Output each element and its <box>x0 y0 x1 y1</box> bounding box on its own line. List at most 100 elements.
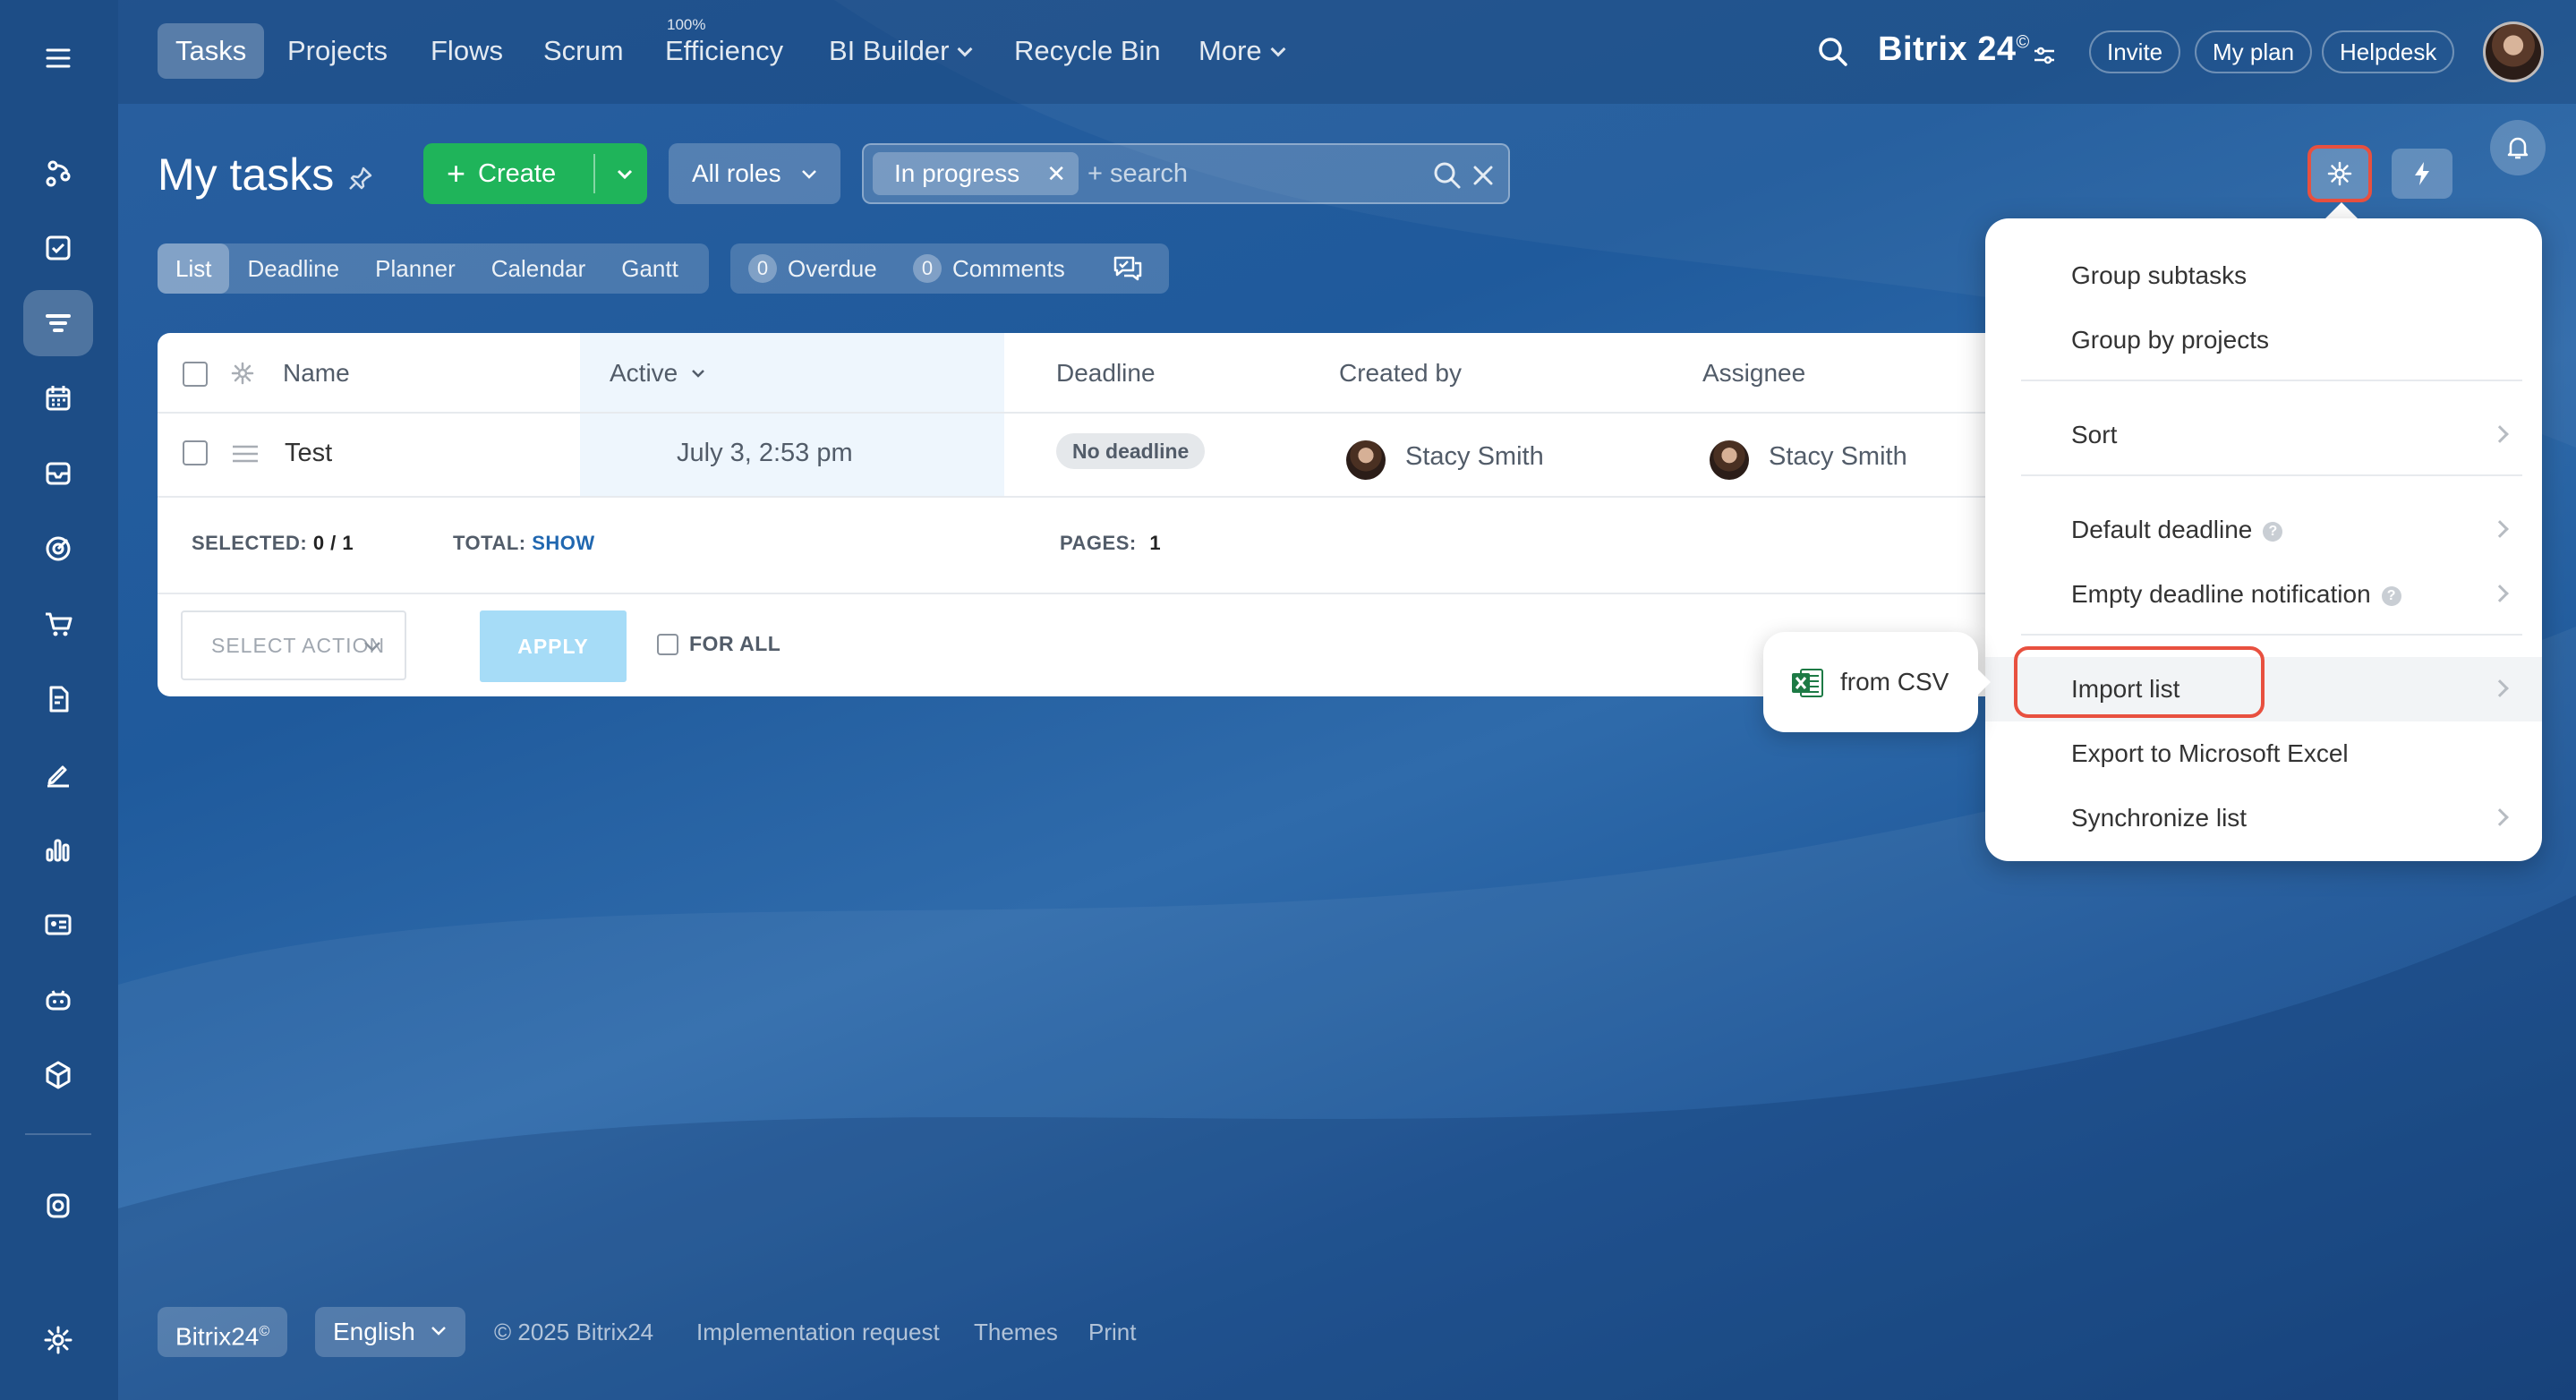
filter-chip-in-progress[interactable]: In progress ✕ <box>873 152 1079 195</box>
nav-flows[interactable]: Flows <box>431 23 503 79</box>
help-icon[interactable]: ? <box>2263 522 2283 542</box>
header-deadline[interactable]: Deadline <box>1056 333 1156 414</box>
menu-item-default-deadline[interactable]: Default deadline? <box>1985 498 2542 562</box>
deadline-badge[interactable]: No deadline <box>1056 433 1206 469</box>
footer-brand: Bitrix24 <box>175 1322 260 1351</box>
notifications-button[interactable] <box>2490 120 2546 175</box>
clear-icon[interactable] <box>1471 163 1496 188</box>
chat-icon[interactable] <box>1112 254 1144 283</box>
document-sign-icon[interactable] <box>23 666 93 732</box>
help-icon[interactable]: ? <box>2381 586 2401 606</box>
gear-icon <box>2327 161 2352 186</box>
chevron-down-icon <box>957 41 973 57</box>
filter-list-icon[interactable] <box>23 290 93 356</box>
drag-handle-icon[interactable] <box>231 442 260 465</box>
chevron-right-icon <box>2491 425 2509 443</box>
view-switcher: List Deadline Planner Calendar Gantt <box>158 243 709 294</box>
search-icon[interactable] <box>1431 159 1463 192</box>
cart-icon[interactable] <box>23 591 93 657</box>
collab-icon[interactable] <box>23 140 93 206</box>
comments-counter[interactable]: 0 Comments <box>913 243 1065 294</box>
apply-button[interactable]: APPLY <box>480 610 627 682</box>
menu-item-sort[interactable]: Sort <box>1985 403 2542 467</box>
contact-card-icon[interactable] <box>23 892 93 958</box>
brand-logo[interactable]: Bitrix 24© <box>1878 30 2030 69</box>
automation-button[interactable] <box>2392 149 2452 199</box>
select-action-dropdown[interactable]: SELECT ACTION <box>181 610 406 680</box>
counters-bar: 0 Overdue 0 Comments <box>730 243 1169 294</box>
header-name[interactable]: Name <box>283 333 350 414</box>
assignee-name[interactable]: Stacy Smith <box>1769 442 1907 472</box>
search-icon[interactable] <box>1817 36 1849 68</box>
nav-projects[interactable]: Projects <box>287 23 388 79</box>
bell-icon <box>2507 137 2529 159</box>
chevron-down-icon <box>1270 41 1286 57</box>
nav-more[interactable]: More <box>1198 23 1286 79</box>
left-sidebar <box>0 0 118 1400</box>
box-icon[interactable] <box>23 1042 93 1108</box>
column-settings-gear-icon[interactable] <box>229 360 256 387</box>
nav-bi-builder[interactable]: BI Builder <box>829 23 973 79</box>
lightning-icon <box>2415 162 2429 185</box>
calendar-icon[interactable] <box>23 365 93 431</box>
chevron-down-icon[interactable] <box>613 163 636 186</box>
avatar[interactable] <box>1346 440 1386 480</box>
analytics-icon[interactable] <box>23 816 93 883</box>
language-selector[interactable]: English <box>315 1307 465 1357</box>
for-all-checkbox[interactable] <box>657 634 678 655</box>
support-icon[interactable] <box>23 1173 93 1239</box>
search-input[interactable]: + search <box>1088 145 1188 202</box>
robot-icon[interactable] <box>23 967 93 1033</box>
user-avatar[interactable] <box>2483 21 2544 82</box>
import-from-csv[interactable]: from CSV <box>1840 632 1949 732</box>
settings-gear-icon[interactable] <box>23 1307 93 1373</box>
chip-close-icon[interactable]: ✕ <box>1046 152 1066 195</box>
footer-link-implementation[interactable]: Implementation request <box>696 1307 940 1357</box>
invite-button[interactable]: Invite <box>2089 30 2181 73</box>
total-label: TOTAL: <box>453 532 526 554</box>
roles-dropdown[interactable]: All roles <box>669 143 840 204</box>
tab-calendar[interactable]: Calendar <box>473 243 604 294</box>
created-by-name[interactable]: Stacy Smith <box>1405 442 1544 472</box>
select-all-checkbox[interactable] <box>183 362 208 387</box>
nav-efficiency[interactable]: Efficiency <box>665 23 783 79</box>
tab-gantt[interactable]: Gantt <box>603 243 696 294</box>
header-created-by[interactable]: Created by <box>1339 333 1462 414</box>
create-button[interactable]: + Create <box>423 143 647 204</box>
row-checkbox[interactable] <box>183 440 208 465</box>
menu-item-group-subtasks[interactable]: Group subtasks <box>1985 243 2542 308</box>
total-show-link[interactable]: SHOW <box>532 532 594 554</box>
tab-deadline[interactable]: Deadline <box>229 243 357 294</box>
menu-item-empty-deadline-notification[interactable]: Empty deadline notification? <box>1985 562 2542 627</box>
footer-link-print[interactable]: Print <box>1088 1307 1136 1357</box>
tasks-check-icon[interactable] <box>23 215 93 281</box>
filter-search-box[interactable]: In progress ✕ + search <box>862 143 1510 204</box>
overdue-counter[interactable]: 0 Overdue <box>748 243 877 294</box>
footer-brand-button[interactable]: Bitrix24© <box>158 1307 288 1357</box>
inbox-icon[interactable] <box>23 440 93 507</box>
nav-recycle-bin[interactable]: Recycle Bin <box>1014 23 1161 79</box>
overdue-count: 0 <box>748 254 777 283</box>
my-plan-button[interactable]: My plan <box>2195 30 2313 73</box>
footer-link-themes[interactable]: Themes <box>974 1307 1058 1357</box>
nav-tasks[interactable]: Tasks <box>158 23 265 79</box>
pin-icon[interactable] <box>347 165 374 192</box>
menu-item-group-by-projects[interactable]: Group by projects <box>1985 308 2542 372</box>
list-settings-button[interactable] <box>2307 145 2372 202</box>
sidebar-divider <box>25 1133 91 1135</box>
target-icon[interactable] <box>23 516 93 582</box>
header-assignee[interactable]: Assignee <box>1702 333 1805 414</box>
menu-item-export-excel[interactable]: Export to Microsoft Excel <box>1985 721 2542 786</box>
menu-item-synchronize-list[interactable]: Synchronize list <box>1985 786 2542 850</box>
tab-list[interactable]: List <box>158 243 230 294</box>
avatar[interactable] <box>1710 440 1749 480</box>
helpdesk-button[interactable]: Helpdesk <box>2322 30 2455 73</box>
filter-chip-label: In progress <box>894 159 1020 187</box>
task-name-link[interactable]: Test <box>285 439 332 468</box>
nav-scrum[interactable]: Scrum <box>543 23 624 79</box>
header-active[interactable]: Active <box>610 333 706 414</box>
pen-icon[interactable] <box>23 741 93 807</box>
tab-planner[interactable]: Planner <box>357 243 473 294</box>
sliders-icon[interactable] <box>2032 43 2057 68</box>
menu-icon[interactable] <box>23 25 93 91</box>
